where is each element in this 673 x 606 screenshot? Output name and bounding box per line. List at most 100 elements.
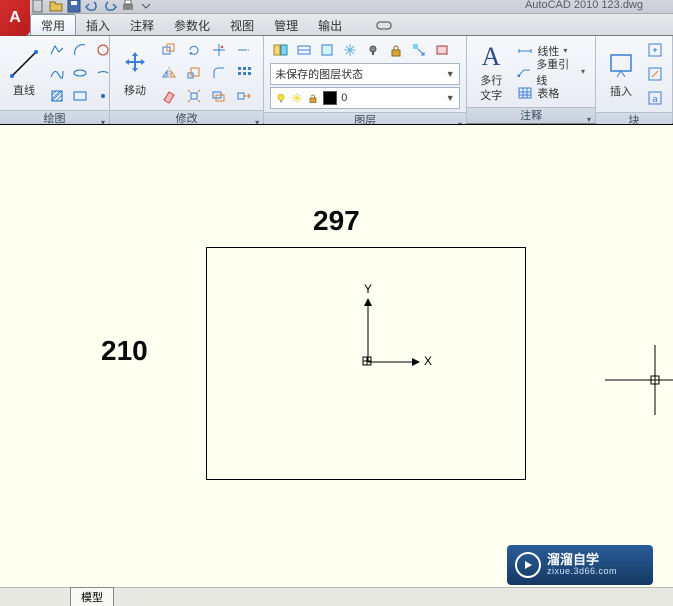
svg-text:A: A: [482, 42, 501, 71]
qat-print-icon[interactable]: [120, 0, 136, 13]
title-bar: AutoCAD 2010 123.dwg: [0, 0, 673, 14]
mtext-icon: A: [475, 41, 507, 73]
model-tab[interactable]: 模型: [70, 587, 114, 606]
sun-icon: [291, 92, 303, 104]
line-label: 直线: [13, 82, 35, 98]
x-axis-label: X: [424, 354, 432, 368]
layer-name: 0: [341, 92, 347, 104]
app-menu-button[interactable]: A: [0, 0, 30, 36]
tab-output[interactable]: 输出: [308, 14, 352, 35]
ribbon-group-block: 插入 a 块: [596, 36, 673, 123]
tab-extra-icon[interactable]: [372, 14, 396, 35]
insert-block-icon: [605, 49, 637, 81]
fillet-icon[interactable]: [208, 62, 230, 84]
table-icon: [517, 85, 533, 101]
mirror-icon[interactable]: [158, 62, 180, 84]
move-button[interactable]: 移动: [116, 46, 154, 100]
multileader-button[interactable]: 多重引线 ▾: [513, 62, 589, 82]
block-attr-icon[interactable]: a: [644, 87, 666, 109]
create-block-icon[interactable]: [644, 39, 666, 61]
dimension-icon: [517, 43, 533, 59]
insert-block-button[interactable]: 插入: [602, 47, 640, 101]
layer-freeze-icon[interactable]: [339, 39, 361, 61]
layer-previous-icon[interactable]: [431, 39, 453, 61]
quick-access-toolbar: [30, 0, 154, 13]
app-logo-letter: A: [9, 9, 21, 27]
rectangle-icon[interactable]: [69, 85, 91, 107]
hatch-icon[interactable]: [46, 85, 68, 107]
model-layout-tabs: 模型: [0, 587, 673, 605]
layer-lock-icon[interactable]: [385, 39, 407, 61]
svg-text:a: a: [652, 94, 657, 104]
watermark-logo-icon: [515, 552, 541, 578]
watermark-url: zixue.3d66.com: [547, 567, 617, 577]
offset-icon[interactable]: [208, 85, 230, 107]
extend-icon[interactable]: [233, 39, 255, 61]
layer-properties-icon[interactable]: [270, 39, 292, 61]
scale-icon[interactable]: [183, 62, 205, 84]
drawing-canvas[interactable]: 297 210 Y X 溜溜自学 zixue.3d66.com: [0, 124, 673, 605]
move-label: 移动: [124, 82, 146, 98]
height-dimension-label: 210: [101, 335, 148, 367]
table-button[interactable]: 表格: [513, 83, 589, 103]
tab-insert[interactable]: 插入: [76, 14, 120, 35]
arc-icon[interactable]: [69, 39, 91, 61]
trim-icon[interactable]: [208, 39, 230, 61]
tab-annotate[interactable]: 注释: [120, 14, 164, 35]
mtext-button[interactable]: A 多行 文字: [473, 39, 509, 103]
qat-redo-icon[interactable]: [102, 0, 118, 13]
ribbon-group-annotation: A 多行 文字 线性 ▾ 多重引线 ▾ 表格: [467, 36, 596, 123]
insert-block-label: 插入: [610, 83, 632, 99]
tab-manage[interactable]: 管理: [264, 14, 308, 35]
array-icon[interactable]: [233, 62, 255, 84]
layer-off-icon[interactable]: [362, 39, 384, 61]
layer-isolate-icon[interactable]: [316, 39, 338, 61]
polyline-icon[interactable]: [46, 39, 68, 61]
qat-new-icon[interactable]: [30, 0, 46, 13]
qat-save-icon[interactable]: [66, 0, 82, 13]
y-axis-label: Y: [364, 282, 372, 296]
multileader-icon: [517, 64, 532, 80]
watermark-badge: 溜溜自学 zixue.3d66.com: [507, 545, 653, 585]
ribbon-tabs: 常用 插入 注释 参数化 视图 管理 输出: [0, 14, 673, 36]
cursor-crosshair-icon: [605, 345, 673, 418]
draw-icon-grid: [46, 39, 114, 107]
chevron-down-icon: ▾: [581, 67, 585, 76]
layer-color-swatch: [323, 91, 337, 105]
mtext-label-l2: 文字: [480, 90, 502, 102]
mtext-label-l1: 多行: [480, 75, 502, 87]
explode-icon[interactable]: [183, 85, 205, 107]
layer-states-icon[interactable]: [293, 39, 315, 61]
erase-icon[interactable]: [158, 85, 180, 107]
qat-open-icon[interactable]: [48, 0, 64, 13]
annotation-group-title[interactable]: 注释 ▾: [467, 107, 595, 123]
ribbon-group-modify: 移动 修改 ▾: [110, 36, 264, 123]
ribbon-group-draw: 直线 绘图 ▾: [0, 36, 110, 123]
tab-parametric[interactable]: 参数化: [164, 14, 220, 35]
block-tools: a: [644, 39, 666, 109]
rotate-icon[interactable]: [183, 39, 205, 61]
tab-view[interactable]: 视图: [220, 14, 264, 35]
spline-icon[interactable]: [46, 62, 68, 84]
width-dimension-label: 297: [313, 205, 360, 237]
qat-dropdown-icon[interactable]: [138, 0, 154, 13]
tab-home[interactable]: 常用: [30, 14, 76, 35]
ucs-origin-icon: Y X: [358, 290, 438, 373]
layer-current-dropdown[interactable]: 0 ▼: [270, 87, 460, 109]
layer-state-dropdown[interactable]: 未保存的图层状态 ▼: [270, 63, 460, 85]
stretch-icon[interactable]: [233, 85, 255, 107]
layer-match-icon[interactable]: [408, 39, 430, 61]
chevron-down-icon: ▾: [563, 46, 567, 55]
watermark-brand: 溜溜自学: [547, 553, 617, 567]
qat-undo-icon[interactable]: [84, 0, 100, 13]
line-button[interactable]: 直线: [6, 46, 42, 100]
ribbon-group-layers: 未保存的图层状态 ▼ 0 ▼ 图层 ▾: [264, 36, 467, 123]
copy-icon[interactable]: [158, 39, 180, 61]
edit-block-icon[interactable]: [644, 63, 666, 85]
move-icon: [119, 48, 151, 80]
ellipse-icon[interactable]: [69, 62, 91, 84]
window-title: AutoCAD 2010 123.dwg: [525, 0, 643, 11]
ribbon: 直线 绘图 ▾ 移动: [0, 36, 673, 124]
unlock-icon: [307, 92, 319, 104]
bulb-on-icon: [275, 92, 287, 104]
